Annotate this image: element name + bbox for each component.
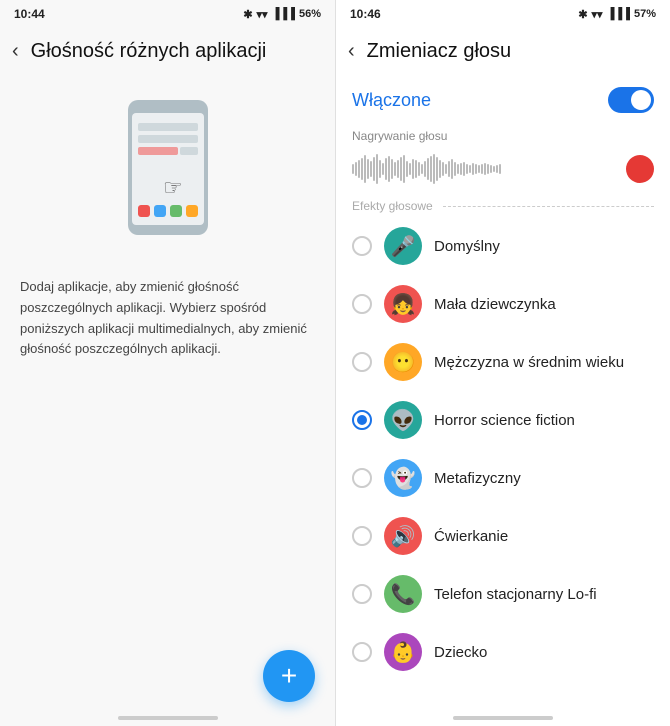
signal-icon: ▐▐▐	[272, 8, 295, 20]
right-battery-text: 57%	[634, 8, 656, 20]
toggle-row: Włączone	[336, 77, 670, 123]
left-back-button[interactable]: ‹	[8, 36, 23, 67]
bluetooth-icon: ✱	[243, 8, 252, 21]
voice-name-telefon: Telefon stacjonarny Lo-fi	[434, 586, 597, 603]
battery-text: 56%	[299, 8, 321, 20]
radio-cwierkanie[interactable]	[352, 526, 372, 546]
illustration-area: ☞	[0, 75, 335, 265]
left-bottom-bar	[118, 716, 218, 720]
right-back-button[interactable]: ‹	[344, 36, 359, 67]
right-page-title: Zmieniacz głosu	[367, 40, 512, 63]
add-app-fab[interactable]: +	[263, 650, 315, 702]
right-top-bar: ‹ Zmieniacz głosu	[336, 28, 670, 75]
right-status-bar: 10:46 ✱ ▾▾ ▐▐▐ 57%	[336, 0, 670, 28]
voice-list: 🎤 Domyślny 👧 Mała dziewczynka 😶 Mężczyzna w ś…	[336, 217, 670, 726]
left-panel: 10:44 ✱ ▾▾ ▐▐▐ 56% ‹ Głośność różnych ap…	[0, 0, 335, 726]
voice-item-domyslny[interactable]: 🎤 Domyślny	[336, 217, 670, 275]
radio-telefon[interactable]	[352, 584, 372, 604]
voice-name-horror: Horror science fiction	[434, 412, 575, 429]
enable-toggle[interactable]	[608, 87, 654, 113]
radio-mala-dziewczynka[interactable]	[352, 294, 372, 314]
voice-name-mezczyzna: Mężczyzna w średnim wieku	[434, 354, 624, 371]
voice-name-dziecko: Dziecko	[434, 644, 487, 661]
voice-icon-cwierkanie: 🔊	[384, 517, 422, 555]
toggle-label: Włączone	[352, 90, 431, 111]
wifi-icon: ▾▾	[257, 8, 268, 21]
waveform-display	[352, 151, 616, 187]
voice-icon-mala-dziewczynka: 👧	[384, 285, 422, 323]
radio-horror[interactable]	[352, 410, 372, 430]
left-page-title: Głośność różnych aplikacji	[31, 40, 267, 63]
recording-label: Nagrywanie głosu	[336, 123, 670, 147]
right-bottom-bar	[453, 716, 553, 720]
voice-name-mala-dziewczynka: Mała dziewczynka	[434, 296, 556, 313]
waveform-row	[336, 147, 670, 191]
voice-name-domyslny: Domyślny	[434, 238, 500, 255]
voice-name-metafizyczny: Metafizyczny	[434, 470, 521, 487]
effects-divider	[443, 206, 654, 207]
right-time: 10:46	[350, 7, 381, 21]
right-status-icons: ✱ ▾▾ ▐▐▐ 57%	[578, 8, 656, 21]
voice-icon-telefon: 📞	[384, 575, 422, 613]
voice-item-metafizyczny[interactable]: 👻 Metafizyczny	[336, 449, 670, 507]
voice-name-cwierkanie: Ćwierkanie	[434, 528, 508, 545]
radio-domyslny[interactable]	[352, 236, 372, 256]
right-wifi-icon: ▾▾	[592, 8, 603, 21]
svg-text:☞: ☞	[163, 175, 183, 200]
radio-mezczyzna[interactable]	[352, 352, 372, 372]
voice-icon-domyslny: 🎤	[384, 227, 422, 265]
phone-illustration: ☞	[108, 95, 228, 255]
voice-item-mezczyzna[interactable]: 😶 Mężczyzna w średnim wieku	[336, 333, 670, 391]
right-bluetooth-icon: ✱	[578, 8, 587, 21]
voice-item-horror[interactable]: 👽 Horror science fiction	[336, 391, 670, 449]
voice-item-dziecko[interactable]: 👶 Dziecko	[336, 623, 670, 681]
voice-item-cwierkanie[interactable]: 🔊 Ćwierkanie	[336, 507, 670, 565]
left-status-icons: ✱ ▾▾ ▐▐▐ 56%	[243, 8, 321, 21]
right-signal-icon: ▐▐▐	[607, 8, 630, 20]
left-time: 10:44	[14, 7, 45, 21]
voice-icon-mezczyzna: 😶	[384, 343, 422, 381]
voice-icon-horror: 👽	[384, 401, 422, 439]
voice-icon-metafizyczny: 👻	[384, 459, 422, 497]
left-top-bar: ‹ Głośność różnych aplikacji	[0, 28, 335, 75]
voice-item-telefon[interactable]: 📞 Telefon stacjonarny Lo-fi	[336, 565, 670, 623]
left-status-bar: 10:44 ✱ ▾▾ ▐▐▐ 56%	[0, 0, 335, 28]
right-panel: 10:46 ✱ ▾▾ ▐▐▐ 57% ‹ Zmieniacz głosu Włą…	[335, 0, 670, 726]
description-text: Dodaj aplikacje, aby zmienić głośność po…	[0, 265, 335, 372]
record-button[interactable]	[626, 155, 654, 183]
voice-item-mala-dziewczynka[interactable]: 👧 Mała dziewczynka	[336, 275, 670, 333]
radio-metafizyczny[interactable]	[352, 468, 372, 488]
radio-dziecko[interactable]	[352, 642, 372, 662]
voice-icon-dziecko: 👶	[384, 633, 422, 671]
effects-label: Efekty głosowe	[336, 191, 670, 217]
